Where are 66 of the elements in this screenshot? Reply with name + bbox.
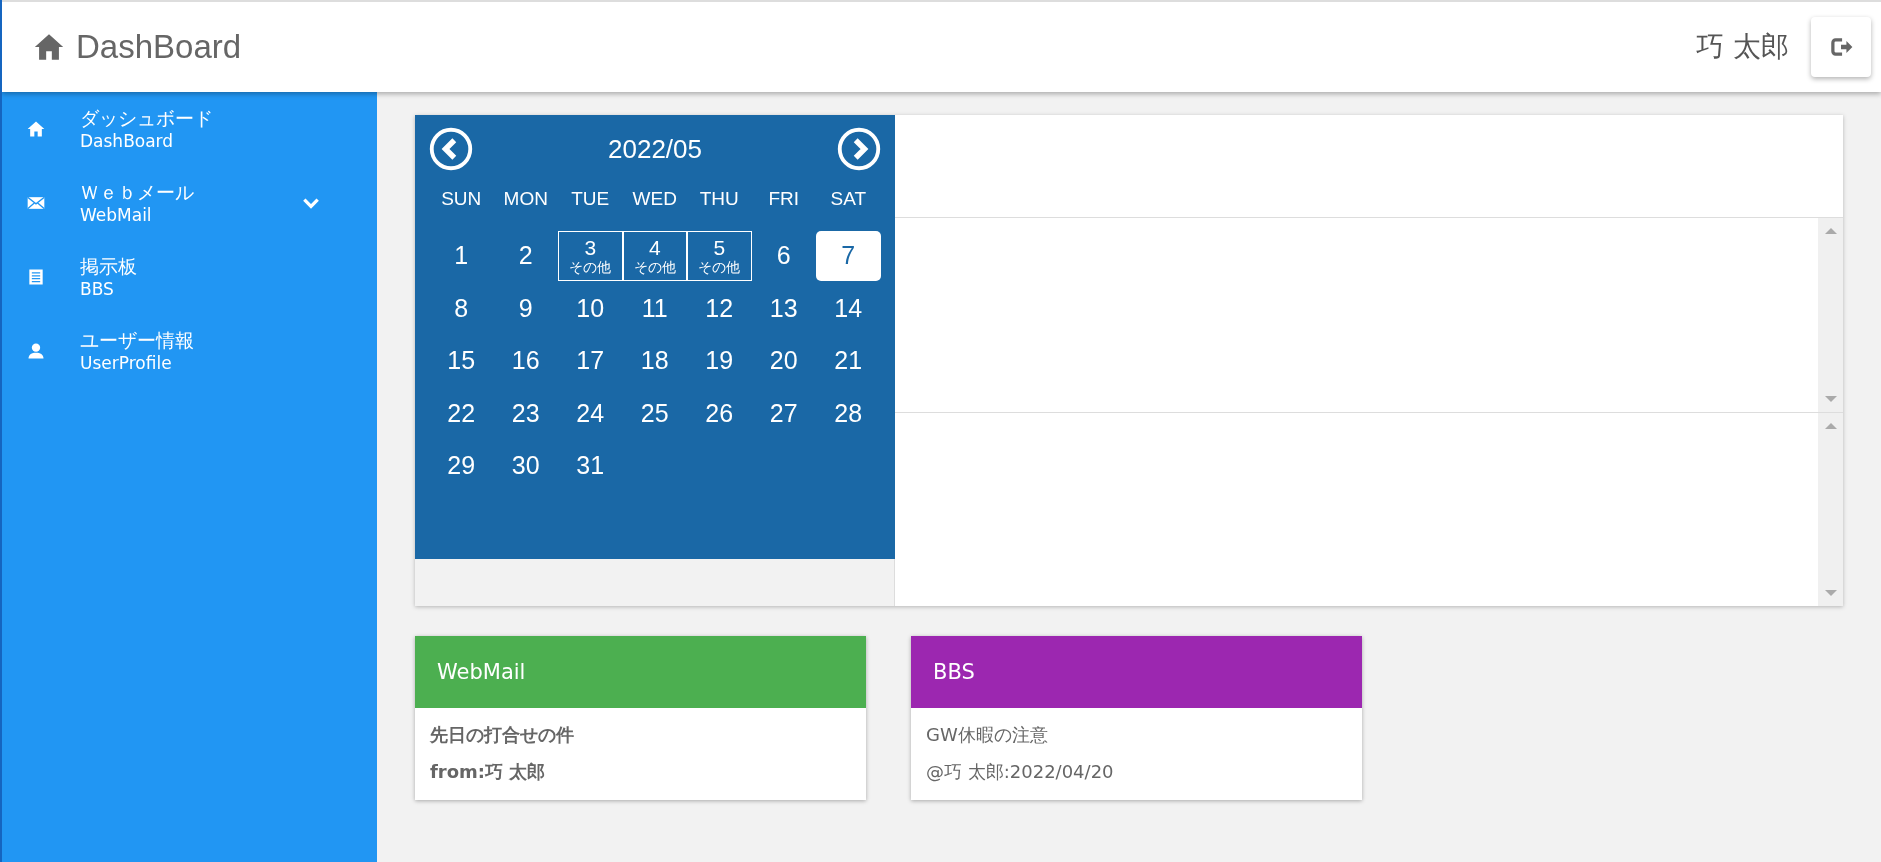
calendar-day[interactable]: 22: [429, 388, 494, 439]
calendar-day[interactable]: 25: [622, 388, 687, 439]
nav-label: ダッシュボード: [80, 106, 214, 130]
nav-item[interactable]: ユーザー情報 UserProfile: [2, 314, 377, 388]
calendar-day[interactable]: 16: [493, 335, 558, 386]
nav-item[interactable]: 掲示板 BBS: [2, 240, 377, 314]
calendar-day[interactable]: 17: [558, 335, 623, 386]
scrollbar[interactable]: [1818, 412, 1843, 606]
nav-item[interactable]: ダッシュボード DashBoard: [2, 92, 377, 166]
nav-sublabel: UserProfile: [80, 352, 173, 374]
nav-label: Ｗｅｂメール: [80, 180, 195, 204]
calendar-day[interactable]: 24: [558, 388, 623, 439]
calendar-day[interactable]: 19: [687, 335, 752, 386]
calendar-day[interactable]: 5 その他: [687, 230, 752, 281]
card-text: 先日の打合せの件: [430, 723, 575, 747]
weekday-label: SUN: [440, 187, 483, 211]
weekday-label: MON: [502, 187, 549, 211]
calendar-day[interactable]: 23: [493, 388, 558, 439]
nav-label: 掲示板: [80, 254, 138, 278]
card-header[interactable]: BBS: [911, 636, 1362, 708]
list-icon: [26, 267, 46, 287]
previous-month-button[interactable]: [429, 127, 473, 171]
nav-sublabel: DashBoard: [80, 130, 175, 152]
calendar-day[interactable]: 7: [816, 230, 881, 281]
scrollbar[interactable]: [1818, 218, 1843, 412]
nav-item[interactable]: Ｗｅｂメール WebMail: [2, 166, 377, 240]
next-month-button[interactable]: [837, 127, 881, 171]
card-text: from:巧 太郎: [430, 760, 547, 784]
calendar-day[interactable]: 1: [429, 230, 494, 281]
card-text: GW休暇の注意: [926, 723, 1049, 747]
calendar-day[interactable]: 31: [558, 440, 623, 491]
weekday-label: FRI: [767, 187, 801, 211]
calendar-day[interactable]: 18: [622, 335, 687, 386]
calendar-day[interactable]: 10: [558, 283, 623, 334]
calendar-day[interactable]: 2: [493, 230, 558, 281]
calendar-day[interactable]: 11: [622, 283, 687, 334]
calendar-day[interactable]: 29: [429, 440, 494, 491]
calendar-day[interactable]: 13: [751, 283, 816, 334]
calendar-day[interactable]: 12: [687, 283, 752, 334]
calendar-day[interactable]: 3 その他: [558, 230, 623, 281]
calendar-day[interactable]: 9: [493, 283, 558, 334]
calendar-day[interactable]: 4 その他: [622, 230, 687, 281]
nav-sublabel: BBS: [80, 278, 115, 300]
calendar-day[interactable]: 6: [751, 230, 816, 281]
calendar-day[interactable]: 30: [493, 440, 558, 491]
weekday-label: TUE: [570, 187, 611, 211]
weekday-label: THU: [698, 187, 740, 211]
logout-button[interactable]: [1811, 17, 1871, 77]
month-title: 2022/05: [608, 133, 702, 165]
calendar-day[interactable]: 26: [687, 388, 752, 439]
calendar-day[interactable]: 14: [816, 283, 881, 334]
calendar-day[interactable]: 20: [751, 335, 816, 386]
home-icon: [26, 119, 46, 139]
calendar-day[interactable]: 28: [816, 388, 881, 439]
nav-label: ユーザー情報: [80, 328, 195, 352]
weekday-label: WED: [631, 187, 678, 211]
calendar-day[interactable]: 21: [816, 335, 881, 386]
weekday-label: SAT: [829, 187, 867, 211]
card-text: @巧 太郎:2022/04/20: [926, 760, 1115, 784]
user-icon: [26, 341, 46, 361]
nav-sublabel: WebMail: [80, 204, 153, 226]
calendar-day[interactable]: 8: [429, 283, 494, 334]
calendar-day[interactable]: 27: [751, 388, 816, 439]
user-name: 巧 太郎: [1696, 29, 1789, 65]
app-title: DashBoard: [76, 28, 242, 66]
calendar-day[interactable]: 15: [429, 335, 494, 386]
